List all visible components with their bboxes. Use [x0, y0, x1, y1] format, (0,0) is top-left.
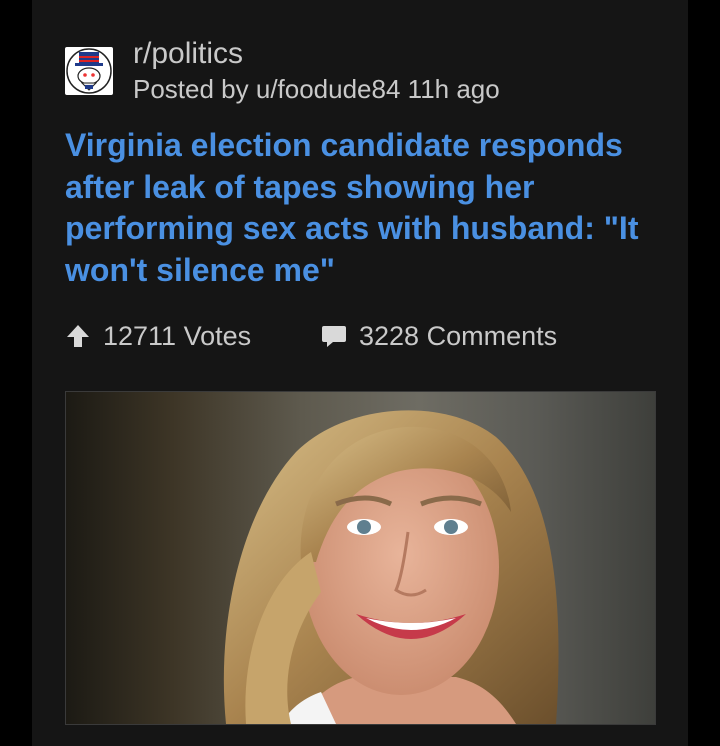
votes-stat[interactable]: 12711 Votes	[65, 316, 251, 356]
comments-stat[interactable]: 3228 Comments	[321, 316, 557, 356]
portrait-photo	[223, 410, 559, 724]
speech-bubble-icon[interactable]	[321, 323, 347, 349]
post-meta: Posted by u/foodude84 11h ago	[133, 74, 500, 104]
subreddit-name[interactable]: r/politics	[133, 37, 243, 71]
post-image[interactable]	[65, 391, 656, 725]
subreddit-avatar-icon[interactable]	[65, 47, 113, 95]
votes-count: 12711 Votes	[103, 320, 252, 351]
post-card[interactable]: r/politics Posted by u/foodude84 11h ago…	[32, 0, 688, 746]
post-stats: 12711 Votes 3228 Comments	[65, 316, 665, 356]
arrow-up-icon[interactable]	[65, 323, 91, 349]
post-title[interactable]: Virginia election candidate responds aft…	[65, 125, 665, 291]
comments-count: 3228 Comments	[359, 320, 558, 351]
